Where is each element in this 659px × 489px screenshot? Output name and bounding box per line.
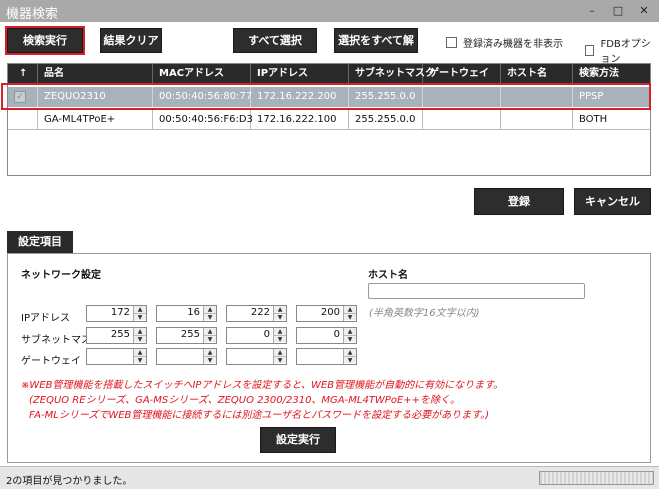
fdb-option-checkbox[interactable]: FDBオプション: [585, 35, 659, 65]
deselect-all-button[interactable]: 選択をすべて解除: [334, 28, 418, 70]
search-button[interactable]: 検索実行: [5, 26, 85, 55]
subnet-octet-2-stepper[interactable]: 255 ▲ ▼: [156, 327, 217, 344]
column-header[interactable]: ホスト名: [501, 64, 573, 84]
ip-octet-1-stepper[interactable]: 172 ▲ ▼: [86, 305, 147, 322]
table-cell: ZEQUO2310: [38, 87, 153, 107]
hostname-hint: (半角英数字16文字以内): [369, 308, 480, 319]
subnet-octet-1-stepper[interactable]: 255 ▲ ▼: [86, 327, 147, 344]
stepper-arrows-icon[interactable]: ▲ ▼: [203, 328, 216, 343]
column-header[interactable]: 品名: [38, 64, 153, 84]
hostname-heading: ホスト名: [368, 270, 408, 281]
column-header[interactable]: 検索方法: [573, 64, 650, 84]
status-message: 2の項目が見つかりました。: [6, 476, 133, 487]
network-settings-heading: ネットワーク設定: [21, 270, 101, 281]
ip-address-label: IPアドレス: [21, 313, 70, 324]
table-cell: 255.255.0.0: [349, 110, 423, 130]
fdb-option-label: FDBオプション: [600, 39, 651, 65]
ip-octet-3-stepper[interactable]: 222 ▲ ▼: [226, 305, 287, 322]
table-cell: 172.16.222.200: [251, 87, 349, 107]
column-header[interactable]: サブネットマスク: [349, 64, 435, 84]
register-button[interactable]: 登録: [474, 188, 564, 215]
hide-registered-label: 登録済み機器を非表示: [463, 39, 563, 50]
select-all-button[interactable]: すべて選択: [233, 28, 317, 53]
ip-octet-2-stepper[interactable]: 16 ▲ ▼: [156, 305, 217, 322]
stepper-value[interactable]: 172: [111, 307, 130, 318]
stepper-value[interactable]: 200: [321, 307, 340, 318]
stepper-value[interactable]: 16: [187, 307, 200, 318]
stepper-arrows-icon[interactable]: ▲ ▼: [133, 349, 146, 364]
table-row[interactable]: ✓ ZEQUO2310 00:50:40:56:80:77 172.16.222…: [8, 87, 650, 107]
stepper-value[interactable]: 0: [334, 329, 340, 340]
table-cell: [423, 87, 501, 107]
checkbox-box[interactable]: [446, 37, 457, 48]
stepper-arrows-icon[interactable]: ▲ ▼: [133, 328, 146, 343]
column-header[interactable]: IPアドレス: [251, 64, 349, 84]
stepper-arrows-icon[interactable]: ▲ ▼: [203, 306, 216, 321]
window-title: 機器検索: [6, 7, 59, 22]
tab-settings[interactable]: 設定項目: [7, 231, 73, 253]
stepper-value[interactable]: 255: [181, 329, 200, 340]
table-row[interactable]: GA-ML4TPoE+ 00:50:40:56:F6:D3 172.16.222…: [8, 110, 650, 130]
column-header[interactable]: ゲートウェイ: [423, 64, 501, 84]
stepper-arrows-icon[interactable]: ▲ ▼: [273, 349, 286, 364]
stepper-arrows-icon[interactable]: ▲ ▼: [343, 328, 356, 343]
gateway-octet-3-stepper[interactable]: ▲ ▼: [226, 348, 287, 365]
gateway-octet-2-stepper[interactable]: ▲ ▼: [156, 348, 217, 365]
table-cell: GA-ML4TPoE+: [38, 110, 153, 130]
table-cell: 172.16.222.100: [251, 110, 349, 130]
table-header: ↑ 品名 MACアドレス IPアドレス サブネットマスク ゲートウェイ ホスト名…: [8, 64, 650, 84]
table-cell: BOTH: [579, 114, 608, 125]
table-cell: 00:50:40:56:F6:D3: [153, 110, 253, 130]
table-cell: [501, 110, 573, 130]
stepper-arrows-icon[interactable]: ▲ ▼: [133, 306, 146, 321]
table-cell: PPSP: [579, 91, 604, 102]
apply-settings-button[interactable]: 設定実行: [260, 427, 336, 453]
checkbox-box[interactable]: [585, 44, 595, 56]
cancel-button[interactable]: キャンセル: [574, 188, 651, 215]
table-cell: 00:50:40:56:80:77: [153, 87, 252, 107]
progress-bar: [539, 471, 654, 485]
stepper-arrows-icon[interactable]: ▲ ▼: [343, 349, 356, 364]
stepper-arrows-icon[interactable]: ▲ ▼: [343, 306, 356, 321]
stepper-arrows-icon[interactable]: ▲ ▼: [203, 349, 216, 364]
web-management-note-exceptions: (ZEQUO REシリーズ、GA-MSシリーズ、ZEQUO 2300/2310、…: [29, 395, 461, 406]
sort-arrow-icon[interactable]: ↑: [8, 64, 38, 84]
subnet-octet-4-stepper[interactable]: 0 ▲ ▼: [296, 327, 357, 344]
web-management-note-fa-ml: FA-MLシリーズでWEB管理機能に接続するには別途ユーザ名とパスワードを設定す…: [29, 410, 490, 421]
table-cell: [423, 110, 501, 130]
ip-octet-4-stepper[interactable]: 200 ▲ ▼: [296, 305, 357, 322]
clear-results-button[interactable]: 結果クリア: [100, 28, 162, 53]
row-checkbox-cell[interactable]: [8, 110, 38, 130]
check-icon[interactable]: ✓: [14, 91, 26, 103]
stepper-arrows-icon[interactable]: ▲ ▼: [273, 306, 286, 321]
hostname-input[interactable]: [368, 283, 585, 299]
table-cell: [501, 87, 573, 107]
gateway-octet-1-stepper[interactable]: ▲ ▼: [86, 348, 147, 365]
web-management-note: ※WEB管理機能を搭載したスイッチへIPアドレスを設定すると、WEB管理機能が自…: [21, 380, 504, 391]
gateway-label: ゲートウェイ: [21, 356, 81, 367]
maximize-icon[interactable]: □: [606, 2, 630, 20]
stepper-value[interactable]: 0: [264, 329, 270, 340]
hide-registered-checkbox[interactable]: 登録済み機器を非表示: [446, 35, 563, 50]
stepper-value[interactable]: 255: [111, 329, 130, 340]
subnet-octet-3-stepper[interactable]: 0 ▲ ▼: [226, 327, 287, 344]
row-checkbox-cell[interactable]: ✓: [8, 87, 38, 107]
title-bar: 機器検索 – □ ✕: [0, 0, 659, 22]
stepper-value[interactable]: 222: [251, 307, 270, 318]
stepper-arrows-icon[interactable]: ▲ ▼: [273, 328, 286, 343]
device-table[interactable]: ↑ 品名 MACアドレス IPアドレス サブネットマスク ゲートウェイ ホスト名…: [7, 63, 651, 176]
close-icon[interactable]: ✕: [632, 2, 656, 20]
column-header[interactable]: MACアドレス: [153, 64, 251, 84]
minimize-icon[interactable]: –: [580, 2, 604, 20]
table-cell: 255.255.0.0: [349, 87, 423, 107]
gateway-octet-4-stepper[interactable]: ▲ ▼: [296, 348, 357, 365]
